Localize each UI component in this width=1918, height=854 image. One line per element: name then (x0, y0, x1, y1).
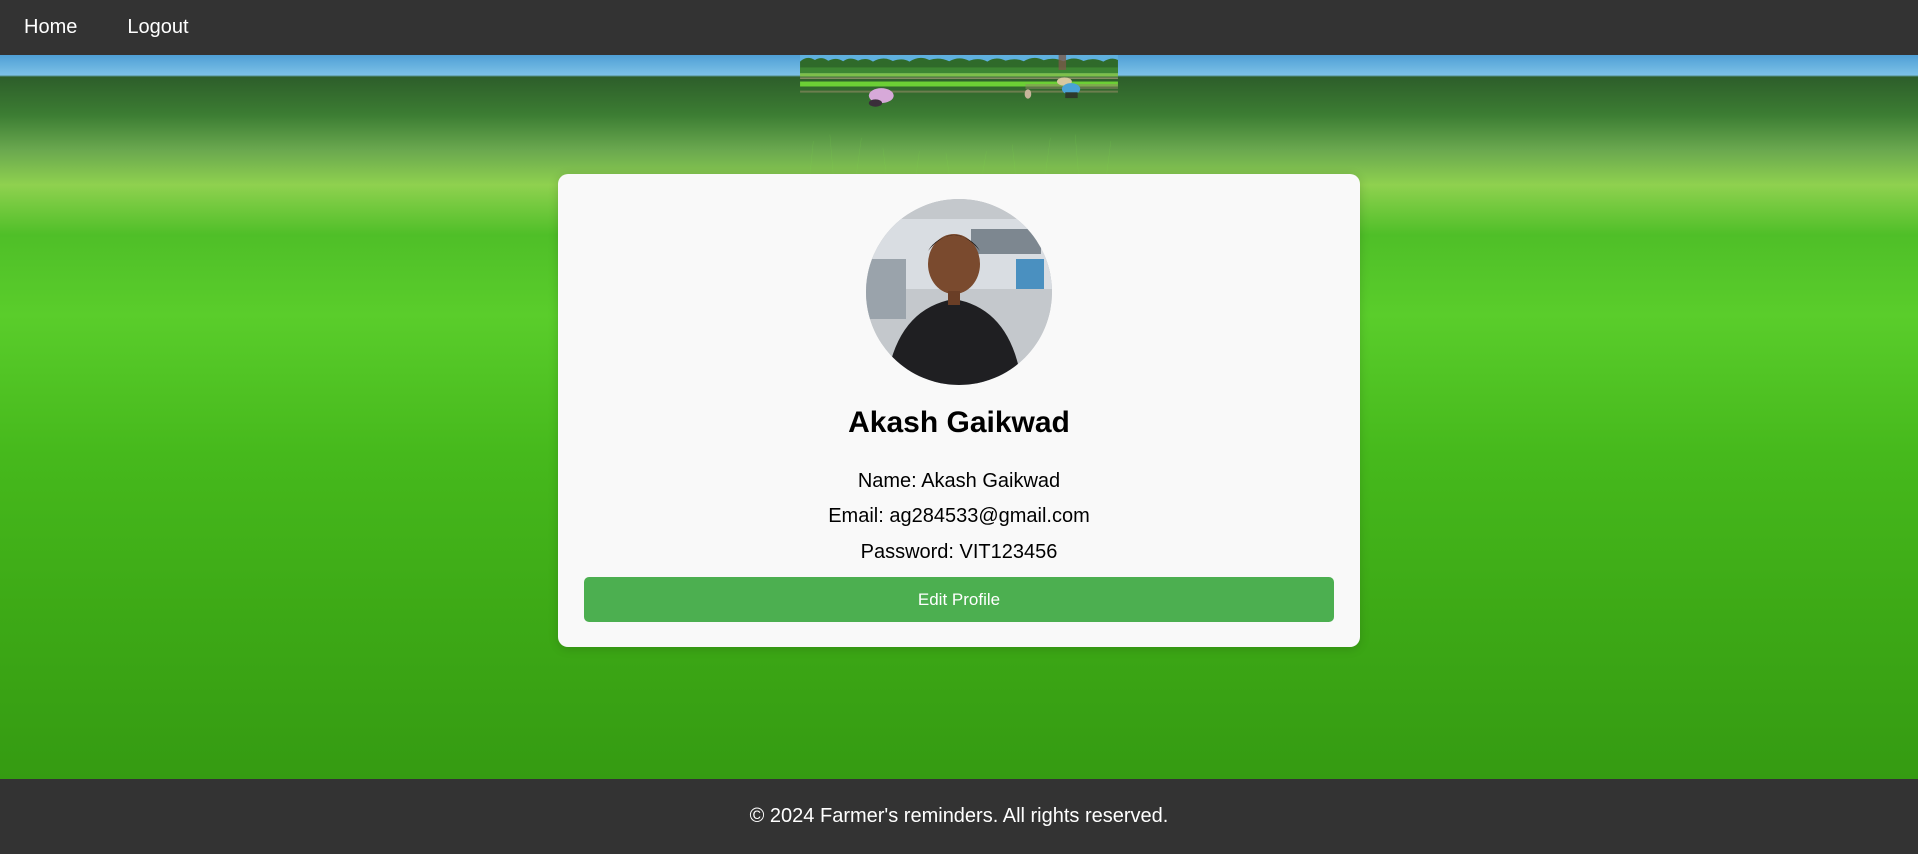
top-navbar: Home Logout (0, 0, 1918, 55)
profile-email-line: Email: ag284533@gmail.com (828, 505, 1090, 527)
background-field-image: Akash Gaikwad Name: Akash Gaikwad Email:… (0, 55, 1918, 779)
footer-copyright-text: © 2024 Farmer's reminders. All rights re… (749, 805, 1169, 827)
avatar-photo (866, 199, 1052, 385)
nav-logout-link[interactable]: Logout (127, 16, 188, 39)
profile-display-name: Akash Gaikwad (848, 406, 1070, 439)
profile-password-line: Password: VIT123456 (860, 541, 1058, 563)
profile-name-line: Name: Akash Gaikwad (857, 470, 1061, 492)
nav-home-link[interactable]: Home (24, 16, 77, 39)
profile-avatar (866, 199, 1052, 385)
page-footer: © 2024 Farmer's reminders. All rights re… (0, 779, 1918, 854)
profile-card: Akash Gaikwad Name: Akash Gaikwad Email:… (558, 174, 1360, 647)
edit-profile-button[interactable]: Edit Profile (584, 577, 1334, 622)
background-scenery (800, 55, 1118, 175)
